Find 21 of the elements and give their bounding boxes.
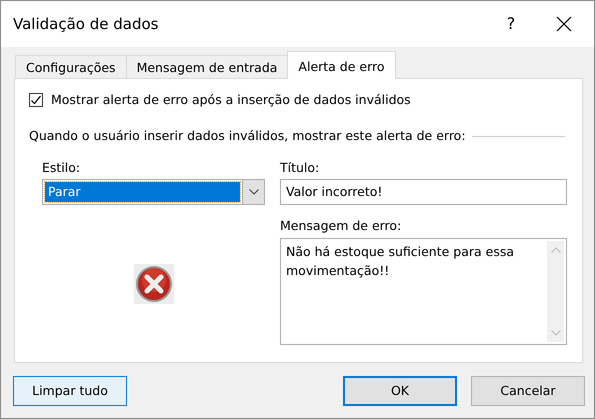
title-field[interactable]: Valor incorreto! — [280, 179, 567, 206]
window-title: Validação de dados — [13, 14, 160, 35]
style-dropdown[interactable]: Parar — [42, 179, 265, 206]
field-label: Mensagem de erro: — [280, 217, 402, 236]
field-label: Título: — [280, 158, 320, 176]
tab[interactable]: Configurações — [15, 55, 127, 79]
dialog-button[interactable]: OK — [343, 376, 457, 406]
checkbox-label: Mostrar alerta de erro após a inserção de dados inválidos — [51, 91, 411, 109]
dialog-button[interactable]: Cancelar — [471, 376, 585, 406]
dropdown-value: Parar — [45, 182, 240, 202]
scrollbar[interactable] — [547, 241, 564, 342]
dialog-button[interactable]: Limpar tudo — [13, 376, 127, 406]
error-icon — [134, 264, 174, 304]
help-button[interactable]: ? — [488, 12, 534, 36]
message-field[interactable]: Não há estoque suficiente para essa movimentação!! — [280, 238, 567, 345]
checkbox[interactable] — [29, 93, 43, 108]
chevron-down-icon — [248, 189, 258, 196]
tab[interactable]: Alerta de erro — [287, 51, 396, 79]
section-label: Quando o usuário inserir dados inválidos, mostrar este alerta de erro: — [29, 126, 466, 145]
close-icon — [556, 16, 572, 32]
field-label: Estilo: — [42, 158, 82, 176]
